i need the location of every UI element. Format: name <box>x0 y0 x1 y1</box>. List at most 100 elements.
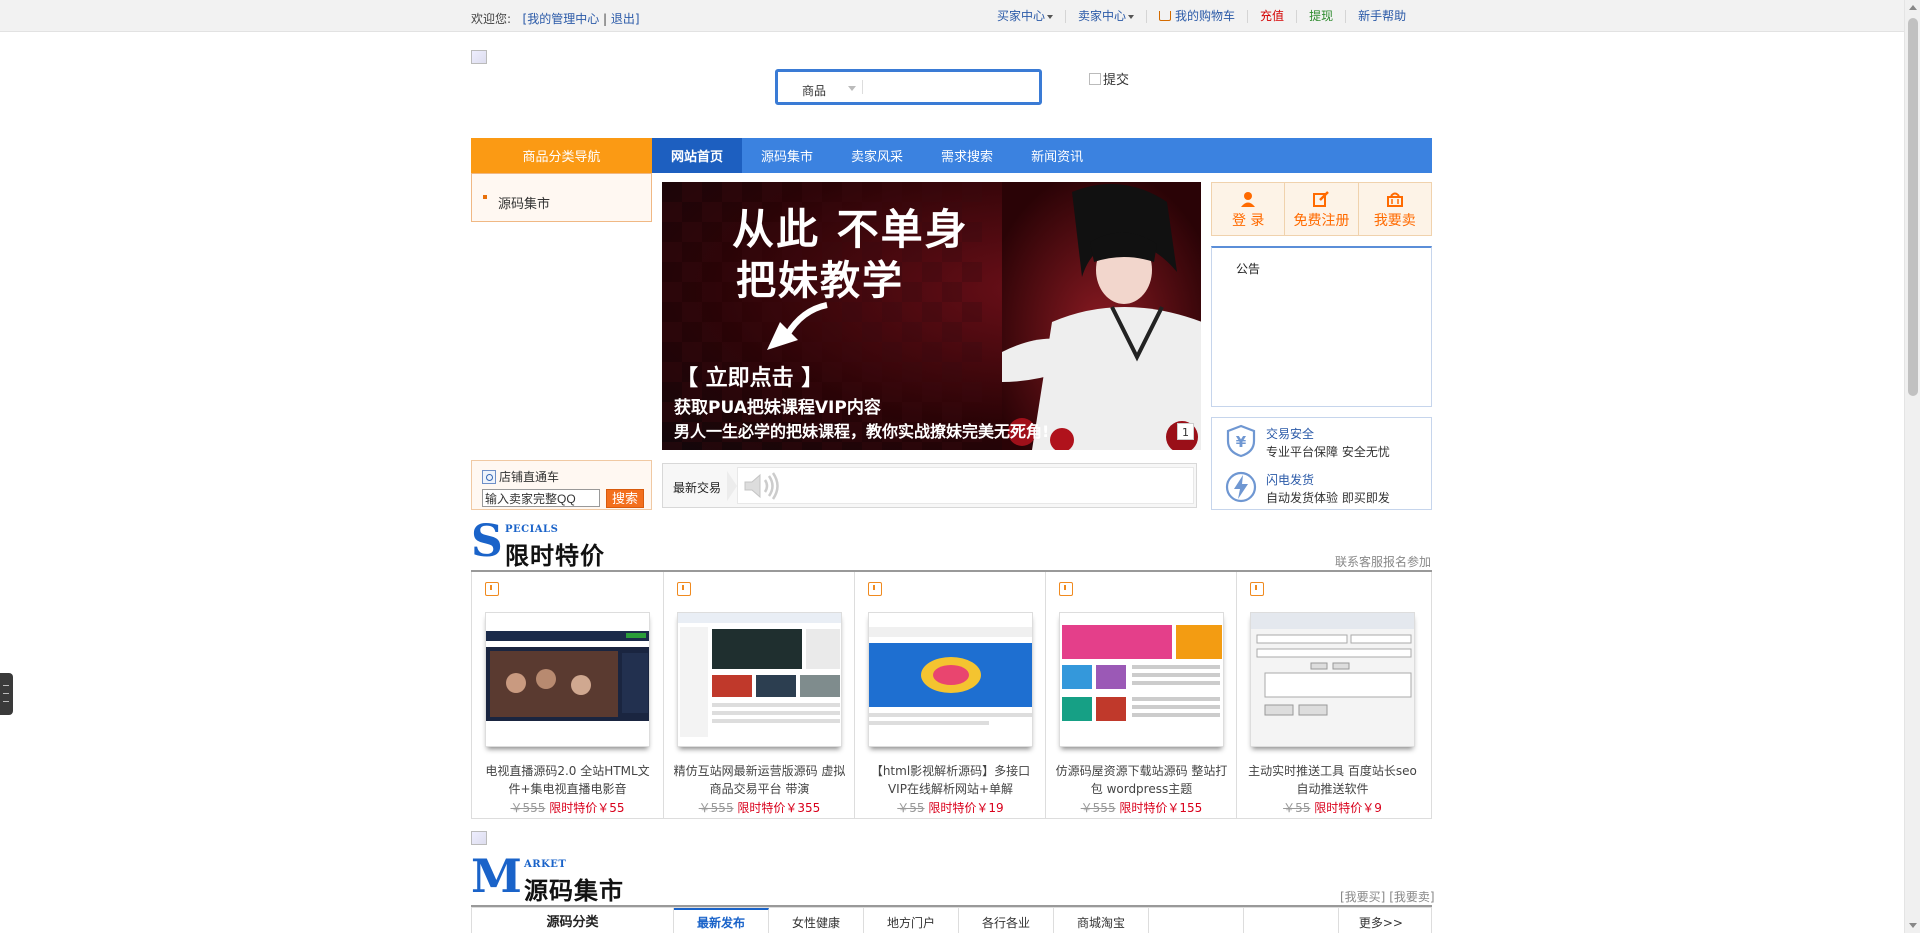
search-input[interactable] <box>868 76 1033 98</box>
link-separator: | <box>603 12 608 26</box>
nav-demand-search[interactable]: 需求搜索 <box>922 138 1012 173</box>
market-heading: M ARKET 源码集市 <box>471 849 671 905</box>
tab-mall-taobao[interactable]: 商城淘宝 <box>1054 908 1149 933</box>
product-price: ￥55 限时特价￥19 <box>855 799 1046 816</box>
special-item[interactable]: 精仿互站网最新运营版源码 虚拟商品交易平台 带演 ￥555 限时特价￥355 <box>663 572 854 818</box>
tab-local-portal[interactable]: 地方门户 <box>864 908 959 933</box>
tab-latest[interactable]: 最新发布 <box>674 908 769 933</box>
side-toolbar-handle[interactable] <box>0 673 13 715</box>
broken-logo-icon[interactable] <box>471 50 487 64</box>
special-price: 限时特价￥19 <box>928 801 1004 815</box>
buyer-center-menu[interactable]: 买家中心 <box>985 10 1065 23</box>
banner-desc: 获取PUA把妹课程VIP内容 <box>674 398 881 418</box>
page-scrollbar[interactable] <box>1904 0 1920 933</box>
category-item-source-market[interactable]: 源码集市 <box>498 193 550 212</box>
specials-letter: S <box>471 516 503 567</box>
store-search-button[interactable]: 搜索 <box>606 489 644 508</box>
product-thumbnail[interactable] <box>868 612 1033 747</box>
lightning-icon <box>1225 471 1257 503</box>
login-button[interactable]: 登 录 <box>1212 183 1284 235</box>
seller-center-menu[interactable]: 卖家中心 <box>1065 10 1146 23</box>
product-name[interactable]: 【html影视解析源码】多接口VIP在线解析网站+单解 <box>863 762 1038 798</box>
search-icon <box>482 469 496 484</box>
search-category-select[interactable]: 商品 <box>802 82 826 99</box>
scroll-down-icon[interactable] <box>1909 923 1917 928</box>
help-link[interactable]: 新手帮助 <box>1345 10 1418 23</box>
original-price: ￥55 <box>1283 801 1311 815</box>
guarantee-desc: 专业平台保障 安全无忧 <box>1266 445 1390 459</box>
want-buy-link[interactable]: [我要买] <box>1340 890 1385 904</box>
tab-womens-health[interactable]: 女性健康 <box>769 908 864 933</box>
seller-qq-input[interactable] <box>482 489 600 507</box>
category-list: 源码集市 <box>471 173 652 222</box>
specials-signup-link[interactable]: 联系客服报名参加 <box>1335 553 1431 570</box>
product-name[interactable]: 电视直播源码2.0 全站HTML文件+集电视直播电影音 <box>480 762 655 798</box>
nav-items: 网站首页 源码集市 卖家风采 需求搜索 新闻资讯 <box>652 138 1102 173</box>
seller-center-label: 卖家中心 <box>1078 9 1127 23</box>
specials-title: 限时特价 <box>505 542 605 570</box>
top-links: 买家中心 卖家中心 我的购物车 充值 提现 新手帮助 <box>985 10 1418 23</box>
nav-sellers[interactable]: 卖家风采 <box>832 138 922 173</box>
guarantee-title[interactable]: 闪电发货 <box>1266 471 1314 488</box>
market-links: [我要买] [我要卖] <box>1340 888 1435 905</box>
product-name[interactable]: 主动实时推送工具 百度站长seo自动推送软件 <box>1245 762 1420 798</box>
product-thumbnail[interactable] <box>485 612 650 747</box>
store-search-title: 店铺直通车 <box>482 468 559 485</box>
banner-page-indicator[interactable]: 1 <box>1177 423 1194 440</box>
edit-icon <box>1313 191 1330 207</box>
cart-label: 我的购物车 <box>1175 9 1236 23</box>
market-category-title: 源码分类 <box>472 908 674 933</box>
original-price: ￥55 <box>897 801 925 815</box>
guarantee-title[interactable]: 交易安全 <box>1266 425 1314 442</box>
search-submit-button[interactable]: 提交 <box>1089 69 1129 88</box>
nav-home[interactable]: 网站首页 <box>652 138 743 173</box>
withdraw-link[interactable]: 提现 <box>1296 10 1345 23</box>
clock-icon <box>677 582 691 596</box>
shop-icon <box>1386 192 1403 207</box>
product-thumbnail[interactable] <box>1059 612 1224 747</box>
chevron-down-icon <box>1128 14 1135 19</box>
product-thumbnail[interactable] <box>1250 612 1415 747</box>
latest-trades: 最新交易 <box>662 463 1197 508</box>
sell-button[interactable]: 我要卖 <box>1357 183 1431 235</box>
promo-banner[interactable]: 从此 不单身 把妹教学 【 立即点击 】 获取PUA把妹课程VIP内容 男人一生… <box>662 182 1201 450</box>
want-sell-link[interactable]: [我要卖] <box>1389 890 1434 904</box>
broken-ad-icon[interactable] <box>471 831 487 845</box>
my-admin-link[interactable]: 我的管理中心 <box>527 12 599 26</box>
cart-link[interactable]: 我的购物车 <box>1146 10 1247 23</box>
banner-cta: 【 立即点击 】 <box>676 366 824 391</box>
scrollbar-thumb[interactable] <box>1908 18 1918 396</box>
special-item[interactable]: 仿源码屋资源下载站源码 整站打包 wordpress主题 ￥555 限时特价￥1… <box>1045 572 1236 818</box>
product-price: ￥555 限时特价￥155 <box>1046 799 1237 816</box>
product-price: ￥555 限时特价￥55 <box>472 799 663 816</box>
clock-icon <box>868 582 882 596</box>
tab-industries[interactable]: 各行各业 <box>959 908 1054 933</box>
specials-en: PECIALS <box>505 524 559 535</box>
market-letter: M <box>471 849 522 903</box>
special-item[interactable]: 【html影视解析源码】多接口VIP在线解析网站+单解 ￥55 限时特价￥19 <box>854 572 1045 818</box>
category-nav-button[interactable]: 商品分类导航 <box>471 138 652 173</box>
clock-icon <box>1250 582 1264 596</box>
special-item[interactable]: 电视直播源码2.0 全站HTML文件+集电视直播电影音 ￥555 限时特价￥55 <box>472 572 663 818</box>
recharge-link[interactable]: 充值 <box>1247 10 1296 23</box>
register-label: 免费注册 <box>1293 213 1350 229</box>
special-item[interactable]: 主动实时推送工具 百度站长seo自动推送软件 ￥55 限时特价￥9 <box>1236 572 1427 818</box>
speaker-icon <box>744 472 779 500</box>
scroll-up-icon[interactable] <box>1909 5 1917 10</box>
tab-empty-2[interactable] <box>1244 908 1339 933</box>
product-thumbnail[interactable] <box>677 612 842 747</box>
logout-link[interactable]: 退出 <box>611 12 635 26</box>
nav-source-market[interactable]: 源码集市 <box>742 138 832 173</box>
svg-text:¥: ¥ <box>1236 433 1247 451</box>
specials-heading: S PECIALS 限时特价 <box>471 516 671 570</box>
register-button[interactable]: 免费注册 <box>1284 183 1357 235</box>
market-tabs: 源码分类 最新发布 女性健康 地方门户 各行各业 商城淘宝 更多>> <box>471 907 1432 933</box>
nav-news[interactable]: 新闻资讯 <box>1012 138 1102 173</box>
cart-icon <box>1159 11 1172 21</box>
more-link[interactable]: 更多>> <box>1339 908 1431 933</box>
product-name[interactable]: 仿源码屋资源下载站源码 整站打包 wordpress主题 <box>1054 762 1229 798</box>
guarantee-item: ¥ 交易安全 专业平台保障 安全无忧 <box>1212 418 1431 463</box>
tab-empty-1[interactable] <box>1149 908 1244 933</box>
broken-image-icon <box>1089 72 1101 85</box>
product-name[interactable]: 精仿互站网最新运营版源码 虚拟商品交易平台 带演 <box>672 762 847 798</box>
